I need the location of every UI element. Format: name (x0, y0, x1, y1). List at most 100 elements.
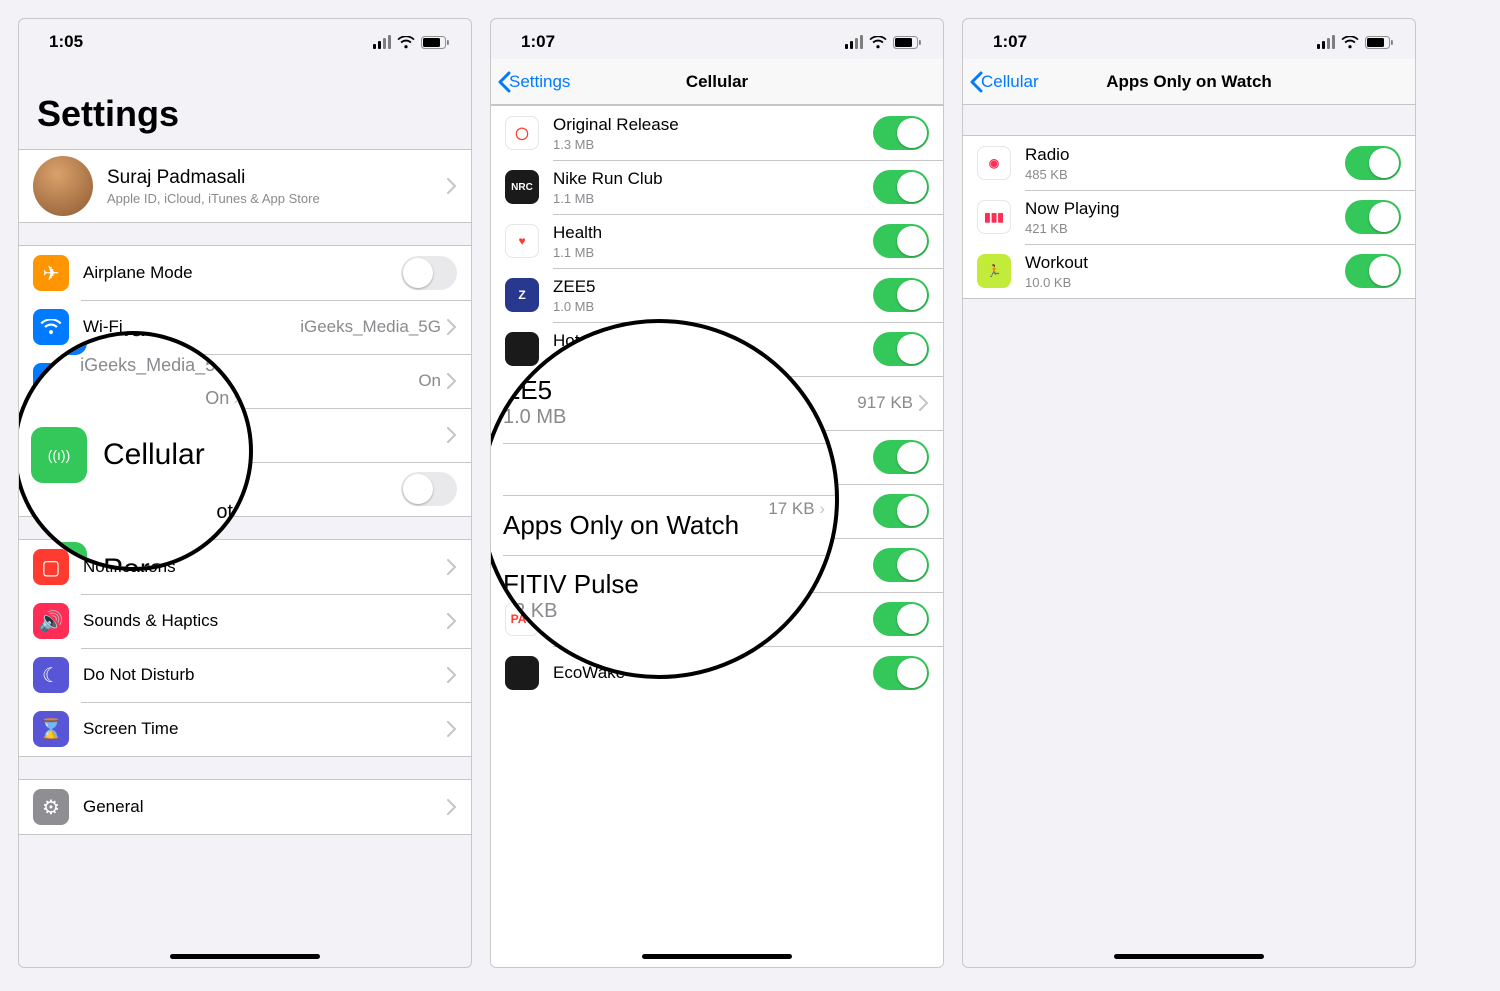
screentime-row[interactable]: ⌛ Screen Time (19, 702, 471, 756)
profile-sub: Apple ID, iCloud, iTunes & App Store (107, 191, 447, 206)
chevron-right-icon (447, 667, 457, 683)
airplane-label: Airplane Mode (83, 263, 401, 283)
app-size: 485 KB (1025, 167, 1345, 182)
app-name: Grammarly (553, 547, 873, 567)
battery-icon (1365, 36, 1393, 49)
notifications-row[interactable]: ▢ Notifications (19, 540, 471, 594)
chevron-right-icon (447, 427, 457, 443)
screentime-icon: ⌛ (33, 711, 69, 747)
sounds-label: Sounds & Haptics (83, 611, 447, 631)
status-time: 1:07 (521, 32, 555, 52)
cellular-app-row[interactable]: ZZEE51.0 MB (491, 268, 943, 322)
hotspot-toggle[interactable] (401, 472, 457, 506)
bluetooth-row[interactable]: ⌘ Bluetooth On (19, 354, 471, 408)
app-icon: PAY (505, 602, 539, 636)
app-toggle[interactable] (873, 494, 929, 528)
cellular-signal-icon (373, 35, 392, 49)
sounds-row[interactable]: 🔊 Sounds & Haptics (19, 594, 471, 648)
cellular-signal-icon (845, 35, 864, 49)
dnd-label: Do Not Disturb (83, 665, 447, 685)
wifi-icon (869, 36, 887, 49)
app-icon: NRC (505, 170, 539, 204)
app-toggle[interactable] (873, 548, 929, 582)
watch-app-row[interactable]: ◉Radio485 KB (963, 136, 1415, 190)
app-icon: 🏃 (977, 254, 1011, 288)
chevron-right-icon (447, 319, 457, 335)
hotspot-label: Personal Hotspot (83, 479, 401, 499)
cellular-app-row[interactable]: Hotstar 999 KB (491, 322, 943, 376)
chevron-right-icon (447, 799, 457, 815)
airplane-mode-row[interactable]: ✈ Airplane Mode (19, 246, 471, 300)
watch-app-row[interactable]: ▮▮▮Now Playing421 KB (963, 190, 1415, 244)
app-icon: G (505, 548, 539, 582)
app-name: FITIV Pulse (553, 439, 873, 459)
cellular-app-row[interactable]: ◯Original Release1.3 MB (491, 106, 943, 160)
profile-row[interactable]: Suraj Padmasali Apple ID, iCloud, iTunes… (19, 150, 471, 222)
cellular-app-row[interactable]: ★iMovie516 KB (491, 484, 943, 538)
notifications-icon: ▢ (33, 549, 69, 585)
wifi-icon (1341, 36, 1359, 49)
app-name: Health (553, 223, 873, 243)
status-bar: 1:07 (963, 19, 1415, 59)
status-time: 1:07 (993, 32, 1027, 52)
cellular-label: Cellular (83, 425, 447, 445)
nav-title: Apps Only on Watch (1106, 72, 1272, 92)
app-toggle[interactable] (1345, 200, 1401, 234)
app-size: 999 KB (553, 353, 873, 368)
hotspot-row[interactable]: ⚭ Personal Hotspot (19, 462, 471, 516)
app-toggle[interactable] (873, 656, 929, 690)
cellular-row[interactable]: ((•)) Cellular (19, 408, 471, 462)
chevron-right-icon (447, 559, 457, 575)
app-size: 421 KB (1025, 221, 1345, 236)
cellular-app-row[interactable]: NRCNike Run Club1.1 MB (491, 160, 943, 214)
home-indicator (642, 954, 792, 959)
app-name: Apps Only on Watch (553, 393, 857, 413)
app-icon (505, 332, 539, 366)
cellular-app-row[interactable]: EcoWake (491, 646, 943, 700)
general-label: General (83, 797, 447, 817)
app-toggle[interactable] (1345, 146, 1401, 180)
general-row[interactable]: ⚙ General (19, 780, 471, 834)
app-toggle[interactable] (873, 278, 929, 312)
cellular-app-row[interactable]: FITIV Pulse872 KB (491, 430, 943, 484)
cellular-app-row[interactable]: Apps Only on Watch917 KB (491, 376, 943, 430)
status-bar: 1:05 (19, 19, 471, 59)
app-name: Nike Run Club (553, 169, 873, 189)
back-label: Settings (509, 72, 570, 92)
app-toggle[interactable] (1345, 254, 1401, 288)
dnd-row[interactable]: ☾ Do Not Disturb (19, 648, 471, 702)
cellular-app-row[interactable]: ♥Health1.1 MB (491, 214, 943, 268)
back-button[interactable]: Cellular (969, 71, 1039, 93)
app-icon: Z (505, 278, 539, 312)
app-name: Hotstar (553, 331, 873, 351)
app-toggle[interactable] (873, 170, 929, 204)
nav-bar: Cellular Apps Only on Watch (963, 59, 1415, 105)
avatar (33, 156, 93, 216)
app-icon: ★ (505, 494, 539, 528)
status-time: 1:05 (49, 32, 83, 52)
app-name: EcoWake (553, 663, 873, 683)
app-icon: ◉ (977, 146, 1011, 180)
app-toggle[interactable] (873, 332, 929, 366)
phone-settings: 1:05 Settings Suraj Padmasali Apple ID, … (18, 18, 472, 968)
app-size: 365 KB (553, 623, 873, 638)
app-toggle[interactable] (873, 440, 929, 474)
wifi-icon (397, 36, 415, 49)
app-size: 917 KB (857, 393, 913, 413)
phone-cellular: 1:07 Settings Cellular ◯Original Release… (490, 18, 944, 968)
back-button[interactable]: Settings (497, 71, 570, 93)
app-size: 1.0 MB (553, 299, 873, 314)
airplane-toggle[interactable] (401, 256, 457, 290)
back-label: Cellular (981, 72, 1039, 92)
airplane-icon: ✈ (33, 255, 69, 291)
app-toggle[interactable] (873, 224, 929, 258)
cellular-app-row[interactable]: GGrammarly391 KB (491, 538, 943, 592)
cellular-app-row[interactable]: PAYPayZapp365 KB (491, 592, 943, 646)
chevron-right-icon (447, 373, 457, 389)
app-toggle[interactable] (873, 602, 929, 636)
page-title: Settings (19, 59, 471, 145)
app-size: 1.3 MB (553, 137, 873, 152)
wifi-row[interactable]: Wi-Fi iGeeks_Media_5G (19, 300, 471, 354)
watch-app-row[interactable]: 🏃Workout10.0 KB (963, 244, 1415, 298)
app-toggle[interactable] (873, 116, 929, 150)
